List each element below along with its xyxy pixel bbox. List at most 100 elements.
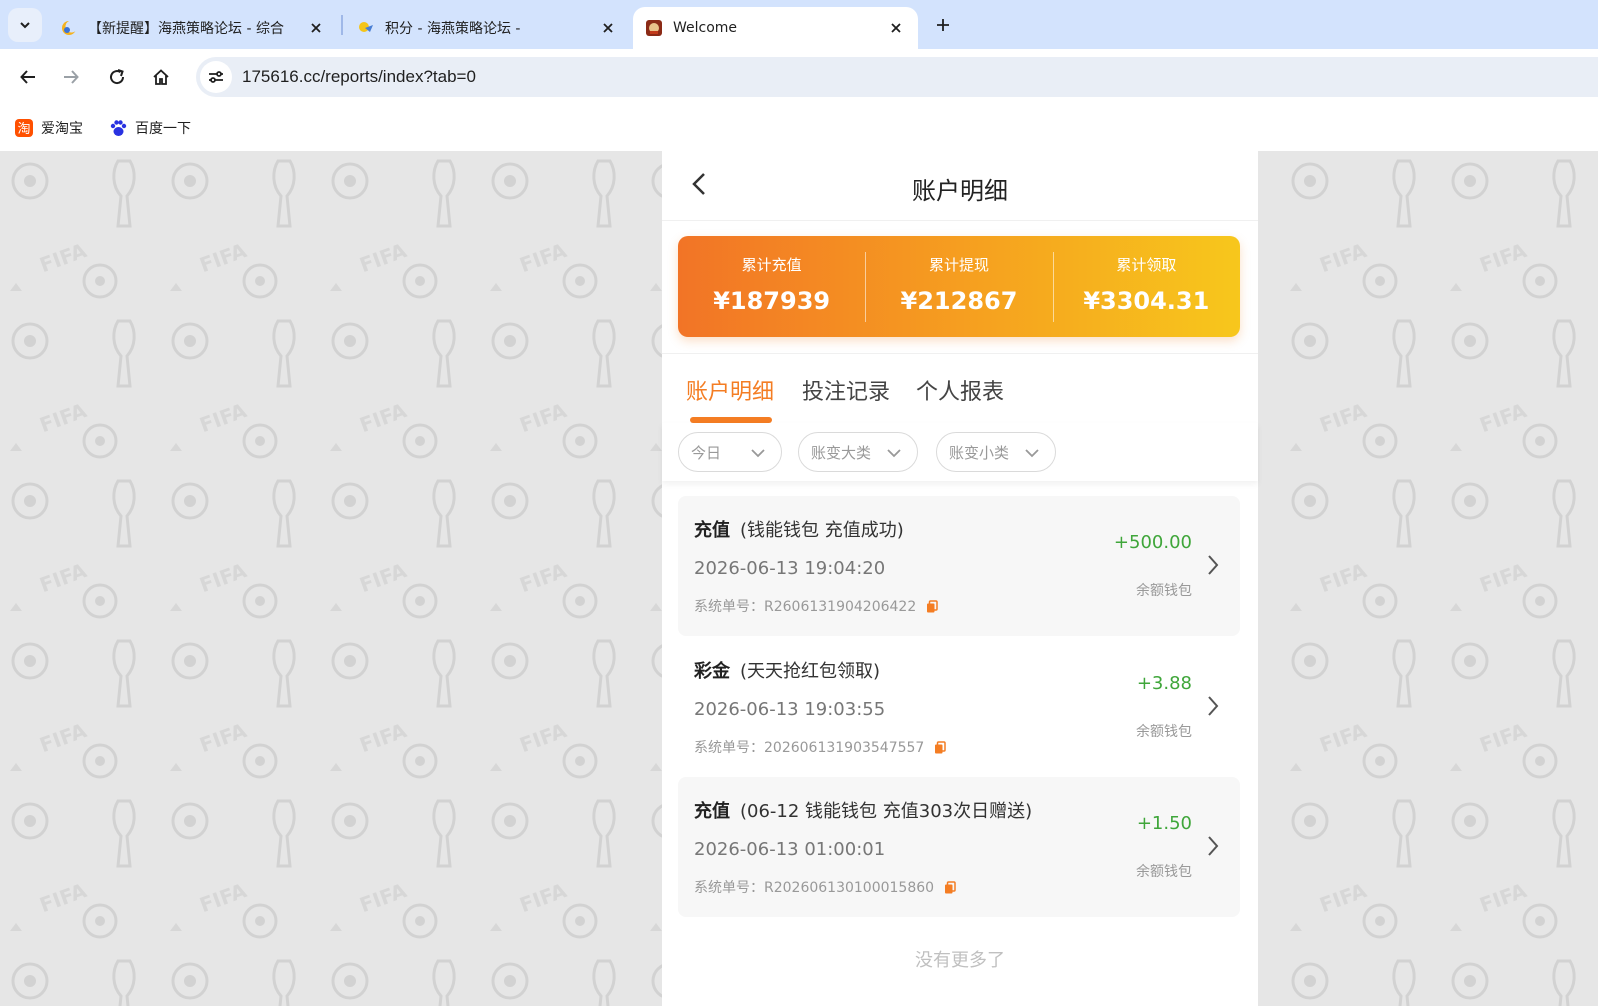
record-type: 充值 <box>694 801 730 822</box>
taobao-icon: 淘 <box>14 118 34 138</box>
home-button[interactable] <box>147 63 175 91</box>
browser-toolbar: 175616.cc/reports/index?tab=0 <box>0 49 1598 105</box>
page-viewport: FIFA 账户明细 累计充值 ¥187939 累计提现 ¥212867 <box>0 151 1598 1006</box>
tab-search-button[interactable] <box>8 8 42 42</box>
chevron-down-icon <box>749 444 767 462</box>
bookmark-label: 爱淘宝 <box>41 121 83 137</box>
bookmarks-bar: 淘 爱淘宝 百度一下 <box>0 105 1598 151</box>
arrow-right-icon <box>64 70 79 84</box>
chevron-down-icon <box>1023 444 1041 462</box>
summary-total-recharge: 累计充值 ¥187939 <box>678 236 865 337</box>
copy-icon[interactable] <box>943 880 957 894</box>
url-text[interactable]: 175616.cc/reports/index?tab=0 <box>242 67 476 87</box>
close-tab-icon[interactable] <box>886 18 906 38</box>
copy-icon[interactable] <box>925 599 939 613</box>
order-number-text: 系统单号：R2606131904206422 <box>694 599 917 615</box>
svg-text:淘: 淘 <box>17 122 30 137</box>
record-time: 2026-06-13 19:04:20 <box>694 558 886 579</box>
summary-total-received: 累计领取 ¥3304.31 <box>1052 236 1240 337</box>
record-amount: +3.88 <box>1136 673 1192 694</box>
record-order-number: 系统单号：202606131903547557 <box>694 737 947 757</box>
browser-tab-1[interactable]: 【新提醒】海燕策略论坛 - 综合 <box>48 7 338 49</box>
record-wallet: 余额钱包 <box>1136 724 1192 740</box>
page-header: 账户明细 <box>662 151 1258 221</box>
summary-label: 累计提现 <box>928 256 989 274</box>
tab-personal-report[interactable]: 个人报表 <box>916 374 1004 406</box>
bookmark-baidu[interactable]: 百度一下 <box>108 117 191 139</box>
tab-account-detail[interactable]: 账户明细 <box>686 374 774 406</box>
bookmark-label: 百度一下 <box>135 121 191 137</box>
record-time: 2026-06-13 01:00:01 <box>694 839 886 860</box>
tab-title: 【新提醒】海燕策略论坛 - 综合 <box>88 21 284 37</box>
summary-total-withdraw: 累计提现 ¥212867 <box>865 236 1052 337</box>
reload-icon <box>110 69 125 85</box>
record-item[interactable]: 彩金 (天天抢红包领取) 2026-06-13 19:03:55 系统单号：202… <box>678 637 1240 777</box>
address-bar[interactable]: 175616.cc/reports/index?tab=0 <box>196 57 1598 97</box>
browser-tabstrip: 【新提醒】海燕策略论坛 - 综合 积分 - 海燕策略论坛 - Welcome <box>0 0 1598 49</box>
welcome-favicon-icon <box>645 19 663 37</box>
summary-value: ¥212867 <box>900 287 1018 315</box>
record-desc: (06-12 钱能钱包 充值303次日赠送) <box>740 801 1033 822</box>
forward-button[interactable] <box>57 63 85 91</box>
summary-card: 累计充值 ¥187939 累计提现 ¥212867 累计领取 ¥3304.31 <box>678 236 1240 337</box>
moon-favicon-icon <box>60 19 78 37</box>
record-wallet: 余额钱包 <box>1136 583 1192 599</box>
back-button[interactable] <box>14 63 42 91</box>
record-item[interactable]: 充值 (06-12 钱能钱包 充值303次日赠送) 2026-06-13 01:0… <box>678 777 1240 917</box>
account-detail-app: 账户明细 累计充值 ¥187939 累计提现 ¥212867 累计领取 ¥330… <box>662 151 1258 1006</box>
chevron-down-icon <box>885 444 903 462</box>
browser-tab-active[interactable]: Welcome <box>633 7 918 49</box>
site-info-button[interactable] <box>200 61 232 93</box>
copy-icon[interactable] <box>933 740 947 754</box>
record-item[interactable]: 充值 (钱能钱包 充值成功) 2026-06-13 19:04:20 系统单号：R… <box>678 496 1240 636</box>
record-amount: +500.00 <box>1113 532 1192 553</box>
tab-bet-records[interactable]: 投注记录 <box>802 374 890 406</box>
tab-separator <box>341 15 343 35</box>
home-icon <box>153 69 169 85</box>
tab-title: Welcome <box>673 20 738 36</box>
record-type: 充值 <box>694 520 730 541</box>
filter-label: 今日 <box>691 443 722 462</box>
record-time: 2026-06-13 19:03:55 <box>694 699 886 720</box>
category-filter-select[interactable]: 账变大类 <box>798 432 918 472</box>
page-title: 账户明细 <box>912 177 1008 205</box>
forum-favicon-icon <box>357 19 375 37</box>
reload-button[interactable] <box>103 63 131 91</box>
order-number-text: 系统单号：202606131903547557 <box>694 740 925 756</box>
summary-value: ¥3304.31 <box>1083 287 1210 315</box>
chevron-right-icon <box>1204 832 1222 860</box>
close-tab-icon[interactable] <box>598 18 618 38</box>
tab-title: 积分 - 海燕策略论坛 - <box>385 21 521 37</box>
summary-label: 累计充值 <box>741 256 802 274</box>
record-order-number: 系统单号：R2606131904206422 <box>694 596 939 616</box>
date-filter-select[interactable]: 今日 <box>678 432 782 472</box>
new-tab-button[interactable] <box>930 12 956 38</box>
record-amount: +1.50 <box>1136 813 1192 834</box>
summary-label: 累计领取 <box>1116 256 1177 274</box>
summary-value: ¥187939 <box>713 287 831 315</box>
record-wallet: 余额钱包 <box>1136 864 1192 880</box>
no-more-text: 没有更多了 <box>915 950 1005 971</box>
chevron-down-icon <box>20 22 30 29</box>
subcategory-filter-select[interactable]: 账变小类 <box>936 432 1056 472</box>
divider <box>662 353 1258 354</box>
record-title: 充值 (06-12 钱能钱包 充值303次日赠送) <box>694 797 1032 823</box>
browser-tab-2[interactable]: 积分 - 海燕策略论坛 - <box>345 7 630 49</box>
filter-label: 账变大类 <box>811 443 872 462</box>
filter-bar: 今日 账变大类 账变小类 <box>662 423 1258 481</box>
close-tab-icon[interactable] <box>306 18 326 38</box>
record-title: 充值 (钱能钱包 充值成功) <box>694 516 904 542</box>
record-desc: (钱能钱包 充值成功) <box>740 520 904 541</box>
record-type: 彩金 <box>694 661 730 682</box>
filter-label: 账变小类 <box>949 443 1010 462</box>
record-title: 彩金 (天天抢红包领取) <box>694 657 880 683</box>
chevron-right-icon <box>1204 551 1222 579</box>
record-order-number: 系统单号：R202606130100015860 <box>694 877 957 897</box>
baidu-paw-icon <box>108 118 128 138</box>
record-desc: (天天抢红包领取) <box>740 661 881 682</box>
arrow-left-icon <box>20 70 35 84</box>
chevron-right-icon <box>1204 692 1222 720</box>
tune-icon <box>209 71 223 83</box>
bookmark-taobao[interactable]: 淘 爱淘宝 <box>14 117 83 139</box>
plus-icon <box>937 19 949 31</box>
